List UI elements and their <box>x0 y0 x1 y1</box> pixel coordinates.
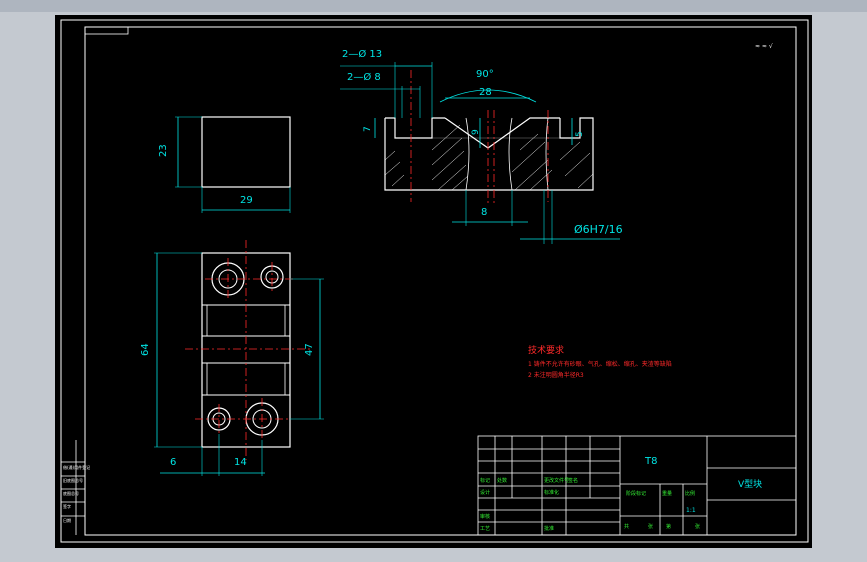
tb-approve: 批准 <box>544 525 554 532</box>
roughness-note: ≈ ≈ √ <box>755 43 773 50</box>
dim-hole-13: 2—Ø 13 <box>342 48 382 60</box>
dim-depth-7: 7 <box>363 126 373 132</box>
tb-stage: 阶段标记 <box>626 490 646 497</box>
tb-design: 设计 <box>480 489 490 496</box>
dim-side-width: 29 <box>240 195 253 206</box>
dim-side-height: 23 <box>158 144 169 157</box>
tb-process: 工艺 <box>480 526 490 532</box>
tb-sheets: 张 <box>648 523 653 530</box>
dim-9: 9 <box>471 129 481 135</box>
tb-total: 共 <box>624 523 629 530</box>
tb-review: 审核 <box>480 513 490 520</box>
scale-value: 1:1 <box>686 507 696 514</box>
dim-bottom-8: 8 <box>481 207 487 218</box>
tb-weight: 重量 <box>662 490 672 497</box>
drawing-sheet <box>55 15 812 548</box>
dim-hole-8: 2—Ø 8 <box>347 71 381 83</box>
tb-standard: 标准化 <box>544 489 559 496</box>
tb-sheet: 张 <box>695 523 700 530</box>
dim-fit: Ø6H7/16 <box>574 223 623 236</box>
dim-v-width: 28 <box>479 87 492 98</box>
tech-notes-title: 技术要求 <box>528 344 564 356</box>
dim-edge-6: 6 <box>170 457 176 468</box>
tech-note-2: 2 未注明圆角半径R3 <box>528 371 584 379</box>
tb-no: 第 <box>666 523 671 530</box>
dim-5: 5 <box>575 131 585 137</box>
dim-plan-length: 64 <box>140 343 151 356</box>
dim-angle: 90° <box>476 69 494 80</box>
dim-edge-14: 14 <box>234 457 247 468</box>
tb-mark: 标记 <box>480 477 490 484</box>
dim-plan-pitch: 47 <box>304 343 315 356</box>
tb-count: 处数 <box>497 477 507 484</box>
tb-sign: 签名 <box>568 477 578 484</box>
strip-label-4: 签字 <box>63 503 71 509</box>
tb-scale: 比例 <box>685 490 695 497</box>
strip-label-5: 日期 <box>63 517 71 523</box>
cad-viewport: ≈ ≈ √ 23 29 2—Ø 13 2—Ø 8 90° 28 7 9 5 8 … <box>0 0 867 562</box>
tech-note-1: 1 铸件不允许有砂眼、气孔、缩松、缩孔、夹渣等缺陷 <box>528 360 672 368</box>
part-name: V型块 <box>738 478 762 490</box>
strip-label-2: 旧底图总号 <box>63 477 83 483</box>
tb-change: 更改文件号 <box>544 477 569 484</box>
strip-label-3: 底图总号 <box>63 490 79 496</box>
drawing-canvas: ≈ ≈ √ 23 29 2—Ø 13 2—Ø 8 90° 28 7 9 5 8 … <box>55 15 812 548</box>
material-label: T8 <box>644 456 657 467</box>
strip-label-1: 借(通)用件登记 <box>63 464 90 470</box>
